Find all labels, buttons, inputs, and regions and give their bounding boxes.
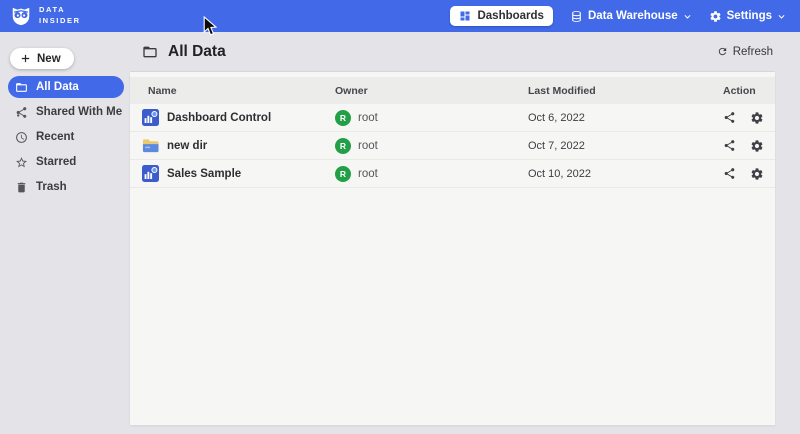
column-header-last-modified: Last Modified (528, 85, 723, 97)
table-header-row: Name Owner Last Modified Action (130, 77, 775, 104)
sidebar: New All Data Shared With Me Recent (0, 32, 130, 434)
table-row-sales-sample[interactable]: Sales Sample R root Oct 10, 2022 (130, 160, 775, 188)
gear-icon[interactable] (750, 167, 764, 181)
sidebar-item-label: All Data (36, 81, 79, 93)
file-name: Dashboard Control (167, 112, 271, 124)
gear-icon[interactable] (750, 111, 764, 125)
nav-settings[interactable]: Settings (709, 10, 786, 23)
nav-dashboards-label: Dashboards (477, 10, 543, 22)
column-header-name: Name (130, 85, 335, 97)
trash-icon (15, 181, 28, 194)
database-icon (570, 10, 583, 23)
clock-icon (15, 131, 28, 144)
dashboard-file-icon (142, 165, 159, 182)
owner-name: root (358, 168, 378, 180)
gear-icon[interactable] (750, 139, 764, 153)
top-bar: DATA INSIDER Dashboards Data Warehouse (0, 0, 800, 32)
top-nav: Dashboards Data Warehouse Settings (450, 6, 800, 26)
folder-file-icon (142, 138, 159, 154)
sidebar-item-label: Starred (36, 156, 76, 168)
share-icon[interactable] (723, 111, 736, 124)
owner-name: root (358, 140, 378, 152)
owner-avatar: R (335, 138, 351, 154)
nav-settings-label: Settings (727, 10, 772, 22)
app-window: DATA INSIDER Dashboards Data Warehouse (0, 0, 800, 434)
owner-name: root (358, 112, 378, 124)
app-logo: DATA INSIDER (0, 5, 81, 27)
last-modified-date: Oct 6, 2022 (528, 112, 723, 124)
file-name: new dir (167, 140, 207, 152)
owner-avatar: R (335, 110, 351, 126)
shared-users-icon (15, 106, 28, 119)
sidebar-item-starred[interactable]: Starred (8, 151, 124, 173)
dashboard-file-icon (142, 109, 159, 126)
owner-avatar: R (335, 166, 351, 182)
column-header-owner: Owner (335, 85, 528, 97)
sidebar-item-recent[interactable]: Recent (8, 126, 124, 148)
sidebar-item-label: Trash (36, 181, 67, 193)
table-row-dashboard-control[interactable]: Dashboard Control R root Oct 6, 2022 (130, 104, 775, 132)
refresh-button[interactable]: Refresh (717, 46, 773, 58)
nav-dashboards-button[interactable]: Dashboards (450, 6, 552, 26)
table-row-new-dir[interactable]: new dir R root Oct 7, 2022 (130, 132, 775, 160)
chevron-down-icon (683, 12, 692, 21)
owl-logo-icon (10, 5, 32, 27)
chevron-down-icon (777, 12, 786, 21)
content-header: All Data Refresh (130, 32, 800, 71)
plus-icon (20, 53, 31, 64)
sidebar-item-label: Shared With Me (36, 106, 122, 118)
nav-data-warehouse-label: Data Warehouse (588, 10, 678, 22)
file-table: Name Owner Last Modified Action Dashboar… (130, 72, 775, 425)
sidebar-item-shared-with-me[interactable]: Shared With Me (8, 101, 124, 123)
star-icon (15, 156, 28, 169)
sidebar-item-trash[interactable]: Trash (8, 176, 124, 198)
new-button-label: New (37, 53, 61, 65)
dashboard-grid-icon (459, 10, 471, 22)
last-modified-date: Oct 10, 2022 (528, 168, 723, 180)
file-name: Sales Sample (167, 168, 241, 180)
sidebar-item-label: Recent (36, 131, 74, 143)
sidebar-item-all-data[interactable]: All Data (8, 76, 124, 98)
column-header-action: Action (723, 85, 775, 97)
nav-data-warehouse[interactable]: Data Warehouse (570, 10, 692, 23)
app-logo-text: DATA INSIDER (39, 5, 81, 27)
folder-icon (142, 44, 158, 60)
sidebar-menu: All Data Shared With Me Recent Starred (0, 76, 130, 201)
share-icon[interactable] (723, 139, 736, 152)
last-modified-date: Oct 7, 2022 (528, 140, 723, 152)
page-title: All Data (168, 43, 226, 61)
refresh-label: Refresh (733, 46, 773, 58)
gear-icon (709, 10, 722, 23)
refresh-icon (717, 46, 728, 57)
share-icon[interactable] (723, 167, 736, 180)
new-button[interactable]: New (10, 48, 74, 69)
folder-icon (15, 81, 28, 94)
